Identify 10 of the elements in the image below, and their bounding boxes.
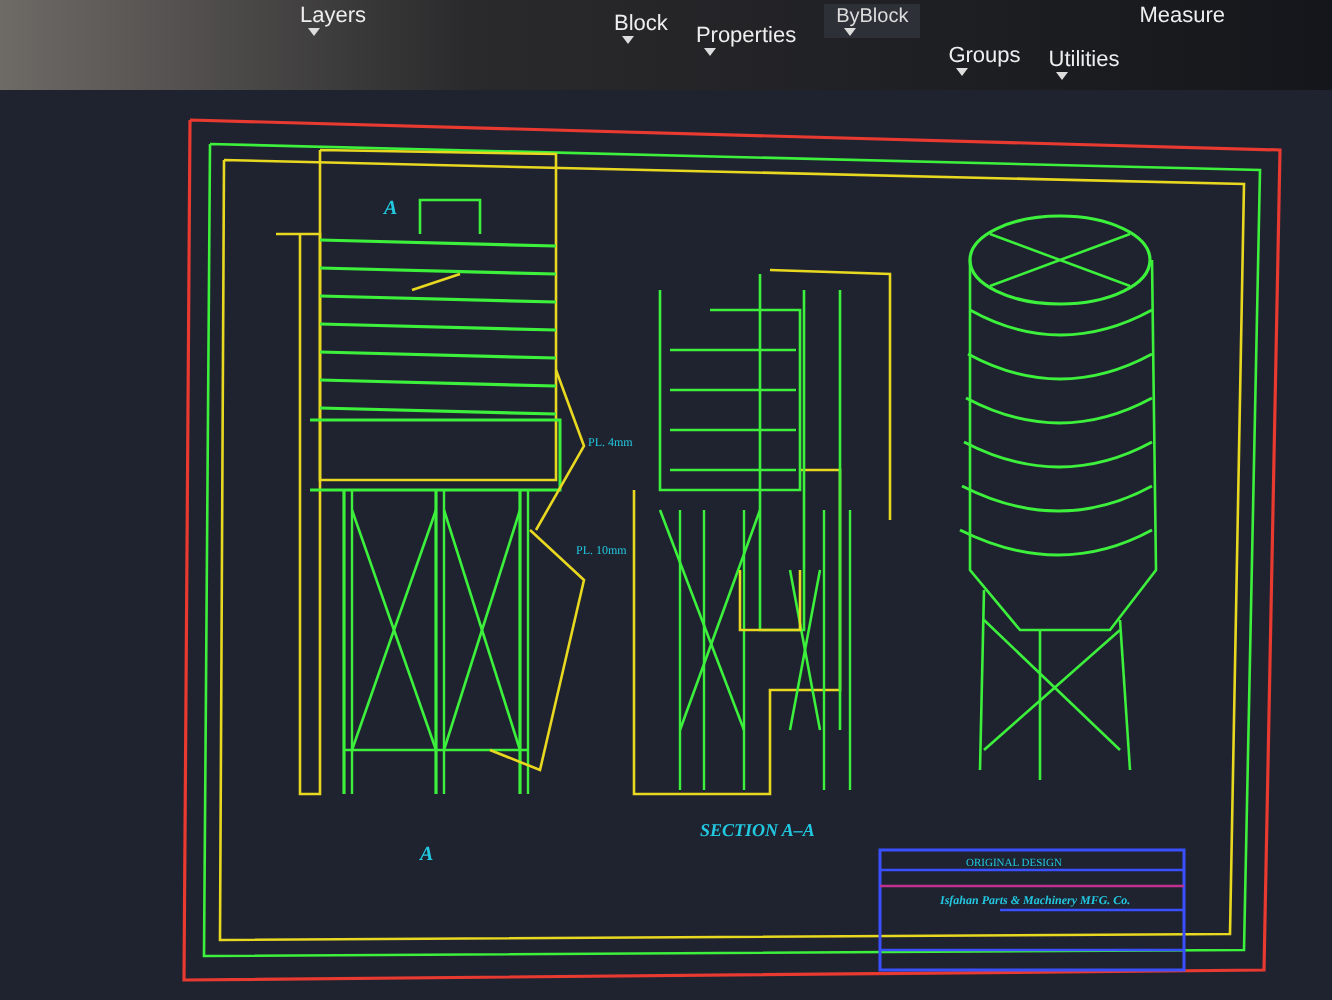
panel-dropdown[interactable]: Properties	[695, 24, 797, 56]
panel-dropdown[interactable]: Groups	[948, 44, 1021, 76]
view-label: A	[420, 844, 434, 866]
panel-dropdown[interactable]: Layers	[300, 4, 367, 36]
panel-dropdown[interactable]: Block	[614, 12, 668, 44]
section-title: SECTION A–A	[700, 820, 815, 840]
linetype-dropdown[interactable]: ByBlock	[824, 4, 921, 38]
measure-button[interactable]: Measure	[1139, 4, 1226, 28]
panel-dropdown[interactable]: Utilities	[1048, 48, 1120, 80]
view-label: A	[384, 198, 398, 220]
